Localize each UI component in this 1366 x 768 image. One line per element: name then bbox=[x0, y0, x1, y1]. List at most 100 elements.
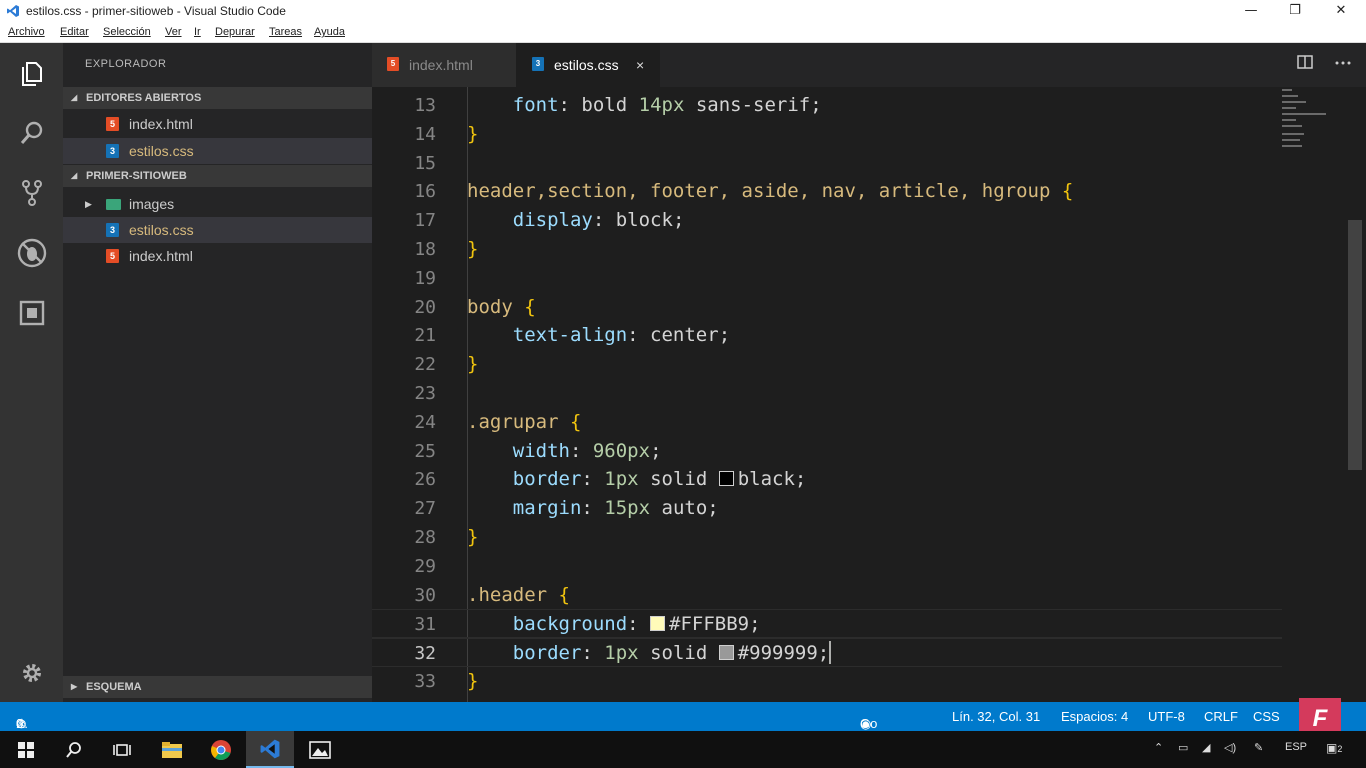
language-mode[interactable]: CSS bbox=[1253, 709, 1280, 724]
code-line[interactable]: 14} bbox=[372, 120, 1282, 149]
color-swatch[interactable] bbox=[718, 471, 734, 487]
status-bar: ⊗ 0 ⚠ 0 ◉ Go Live Lín. 32, Col. 31 Espac… bbox=[0, 702, 1366, 746]
code-text: } bbox=[467, 122, 479, 145]
explorer-icon[interactable] bbox=[0, 48, 63, 98]
menu-editar[interactable]: Editar bbox=[60, 26, 89, 38]
menu-depurar[interactable]: Depurar bbox=[215, 26, 255, 38]
code-line[interactable]: 22} bbox=[372, 350, 1282, 379]
indentation-status[interactable]: Espacios: 4 bbox=[1061, 709, 1128, 724]
extensions-icon[interactable] bbox=[0, 288, 63, 338]
code-text: body { bbox=[467, 295, 536, 318]
code-text: border: 1px solid black; bbox=[512, 468, 807, 491]
file-estilos-css[interactable]: 3 estilos.css bbox=[63, 217, 372, 243]
vscode-taskbar-icon[interactable] bbox=[246, 731, 294, 768]
code-line[interactable]: 31 background: #FFFBB9; bbox=[372, 609, 1282, 639]
file-explorer-icon[interactable] bbox=[148, 731, 196, 768]
windows-start-icon[interactable] bbox=[2, 731, 50, 768]
minimap-line bbox=[1282, 101, 1306, 103]
line-number: 27 bbox=[414, 498, 436, 520]
code-text: } bbox=[467, 238, 479, 260]
outline-section[interactable]: ▶ ESQUEMA bbox=[63, 676, 372, 698]
code-line[interactable]: 32 border: 1px solid #999999; bbox=[372, 638, 1282, 668]
cursor-position[interactable]: Lín. 32, Col. 31 bbox=[952, 709, 1040, 724]
notification-center-icon[interactable]: ▣2 bbox=[1326, 741, 1342, 755]
code-line[interactable]: 29 bbox=[372, 552, 1282, 581]
tray-chevron-icon[interactable]: ⌃ bbox=[1154, 741, 1163, 754]
code-text: .agrupar { bbox=[467, 410, 582, 433]
code-line[interactable]: 21 text-align: center; bbox=[372, 321, 1282, 350]
color-swatch[interactable] bbox=[650, 616, 666, 632]
line-number: 29 bbox=[414, 555, 436, 577]
collapse-caret-icon: ◢ bbox=[71, 93, 78, 102]
code-text: } bbox=[467, 670, 479, 692]
code-line[interactable]: 15 bbox=[372, 149, 1282, 178]
code-line[interactable]: 20 body { bbox=[372, 293, 1282, 322]
task-view-icon[interactable] bbox=[98, 731, 146, 768]
collapse-caret-icon: ◢ bbox=[71, 171, 78, 180]
code-line[interactable]: 17 display: block; bbox=[372, 206, 1282, 235]
tray-network-icon[interactable]: ▭ bbox=[1178, 741, 1188, 754]
minimize-button[interactable]: — bbox=[1228, 0, 1274, 24]
more-actions-icon[interactable] bbox=[1335, 55, 1351, 73]
folder-images[interactable]: ▶ images bbox=[63, 191, 372, 217]
color-swatch[interactable] bbox=[718, 645, 734, 661]
open-editor-estilos-css[interactable]: 3 estilos.css bbox=[63, 138, 372, 164]
line-number: 25 bbox=[414, 440, 436, 462]
debug-icon[interactable] bbox=[0, 228, 63, 278]
close-tab-icon[interactable]: × bbox=[636, 43, 644, 87]
minimap[interactable] bbox=[1278, 87, 1348, 167]
tray-pen-icon[interactable]: ✎ bbox=[1254, 741, 1263, 754]
menu-ayuda[interactable]: Ayuda bbox=[314, 26, 345, 38]
menu-ir[interactable]: Ir bbox=[194, 26, 201, 38]
menu-archivo[interactable]: Archivo bbox=[8, 26, 45, 38]
html-file-icon: 5 bbox=[106, 249, 119, 263]
title-bar: estilos.css - primer-sitioweb - Visual S… bbox=[0, 0, 1366, 24]
photos-icon[interactable] bbox=[296, 731, 344, 768]
search-icon[interactable] bbox=[0, 108, 63, 158]
html-file-icon: 5 bbox=[387, 57, 399, 71]
input-language[interactable]: ESP bbox=[1285, 741, 1307, 753]
tray-wifi-icon[interactable]: ◢ bbox=[1202, 741, 1210, 754]
menu-seleccion[interactable]: Selección bbox=[103, 26, 151, 38]
code-line[interactable]: 26 border: 1px solid black; bbox=[372, 465, 1282, 494]
source-control-icon[interactable] bbox=[0, 168, 63, 218]
code-editor[interactable]: 13 font: bold 14px sans-serif; 14} 15 16 hea… bbox=[372, 87, 1366, 702]
project-section[interactable]: ◢ PRIMER-SITIOWEB bbox=[63, 165, 372, 187]
code-line[interactable]: 28} bbox=[372, 523, 1282, 552]
line-number: 23 bbox=[414, 383, 436, 404]
settings-gear-icon[interactable] bbox=[0, 648, 63, 698]
menu-bar: Archivo Editar Selección Ver Ir Depurar … bbox=[0, 24, 1366, 43]
chrome-icon[interactable] bbox=[197, 731, 245, 768]
code-line[interactable]: 23 bbox=[372, 379, 1282, 408]
tab-estilos-css[interactable]: 3 estilos.css × bbox=[516, 43, 660, 87]
code-line[interactable]: 16 header,section, footer, aside, nav, ar… bbox=[372, 177, 1282, 206]
code-line[interactable]: 33} bbox=[372, 667, 1282, 696]
file-index-html[interactable]: 5 index.html bbox=[63, 243, 372, 269]
code-line[interactable]: 13 font: bold 14px sans-serif; bbox=[372, 91, 1282, 120]
taskbar-search-icon[interactable] bbox=[50, 731, 98, 768]
code-line[interactable]: 30 .header { bbox=[372, 581, 1282, 610]
eol-status[interactable]: CRLF bbox=[1204, 709, 1238, 724]
line-number: 22 bbox=[414, 354, 436, 376]
maximize-button[interactable]: ❐ bbox=[1272, 0, 1318, 24]
open-editor-index-html[interactable]: 5 index.html bbox=[63, 111, 372, 137]
encoding-status[interactable]: UTF-8 bbox=[1148, 709, 1185, 724]
code-line[interactable]: 19 bbox=[372, 264, 1282, 293]
expand-caret-icon: ▶ bbox=[71, 682, 78, 691]
activity-bar bbox=[0, 43, 63, 702]
line-number: 24 bbox=[414, 411, 436, 433]
code-line[interactable]: 18} bbox=[372, 235, 1282, 264]
code-line[interactable]: 27 margin: 15px auto; bbox=[372, 494, 1282, 523]
editor-scrollbar[interactable] bbox=[1348, 220, 1362, 470]
close-window-button[interactable]: ✕ bbox=[1318, 0, 1364, 24]
tab-index-html[interactable]: 5 index.html bbox=[372, 43, 516, 87]
minimap-line bbox=[1282, 89, 1292, 91]
minimap-line bbox=[1282, 95, 1298, 97]
code-line[interactable]: 25 width: 960px; bbox=[372, 437, 1282, 466]
split-editor-icon[interactable] bbox=[1297, 55, 1313, 73]
menu-tareas[interactable]: Tareas bbox=[269, 26, 302, 38]
code-line[interactable]: 24 .agrupar { bbox=[372, 408, 1282, 437]
tray-volume-icon[interactable]: ◁) bbox=[1224, 741, 1236, 754]
menu-ver[interactable]: Ver bbox=[165, 26, 182, 38]
open-editors-section[interactable]: ◢ EDITORES ABIERTOS bbox=[63, 87, 372, 109]
